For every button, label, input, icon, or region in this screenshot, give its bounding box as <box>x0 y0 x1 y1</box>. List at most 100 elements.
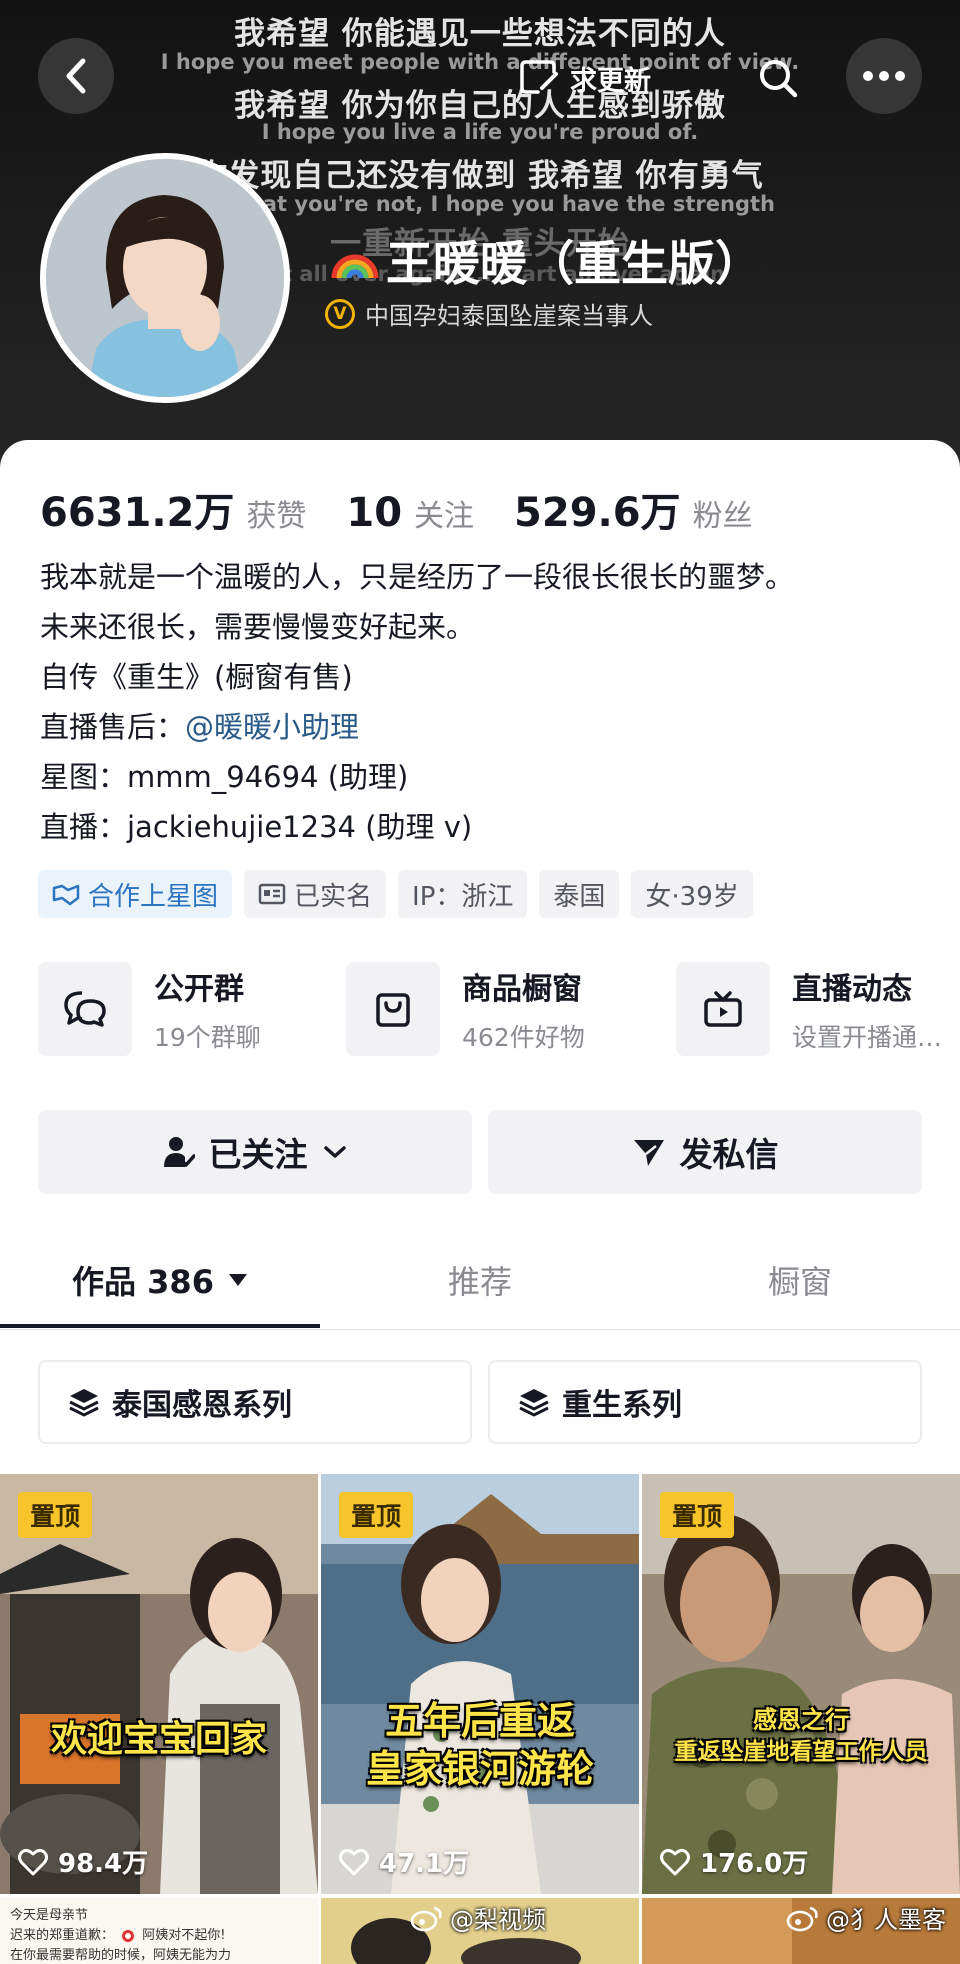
tab-recommend-label: 推荐 <box>447 1263 512 1301</box>
verification-row: V 中国孕妇泰国坠崖案当事人 <box>325 296 653 331</box>
chevron-left-icon <box>66 58 86 94</box>
video-text-part: 迟来的郑重道歉： <box>10 1928 115 1943</box>
request-update-button[interactable]: 求更新 <box>500 42 696 114</box>
pinned-badge: 置顶 <box>660 1492 735 1538</box>
video-likes: 98.4万 <box>18 1843 148 1880</box>
likes-label: 获赞 <box>246 499 307 534</box>
profile-card: 6631.2万 获赞 10 关注 529.6万 粉丝 我本就是一个温暖的人，只是… <box>0 440 960 1964</box>
weibo-logo-icon <box>786 1906 818 1931</box>
assistant-mention-link[interactable]: @暖暖小助理 <box>185 710 359 744</box>
lyric-line: 我希望 你为你自己的人生感到骄傲 <box>234 88 726 124</box>
service-entries: 公开群 19个群聊 商品橱窗 462件好物 直播动态 设置开播通… <box>38 962 960 1062</box>
send-message-label: 发私信 <box>679 1135 779 1174</box>
tab-showcase-label: 橱窗 <box>767 1263 832 1301</box>
followers-count[interactable]: 529.6万 <box>514 480 681 538</box>
video-caption: 五年后重返 <box>384 1699 575 1743</box>
following-label[interactable]: 关注 <box>414 491 474 535</box>
country-label: 泰国 <box>553 881 606 912</box>
tab-works[interactable]: 作品 386 <box>0 1230 320 1330</box>
video-caption: 欢迎宝宝回家 <box>50 1719 267 1760</box>
live-updates-title: 直播动态 <box>792 972 912 1007</box>
realname-label: 已实名 <box>294 881 373 912</box>
watermark-right-text: @犭人墨客 <box>826 1906 946 1934</box>
profile-name-text: 王暖暖（重生版） <box>386 237 762 292</box>
ip-label: IP：浙江 <box>412 881 514 912</box>
bio-line: 我本就是一个温暖的人，只是经历了一段很长很长的噩梦。 <box>40 560 795 594</box>
bio: 我本就是一个温暖的人，只是经历了一段很长很长的噩梦。 未来还很长，需要慢慢变好起… <box>40 552 940 852</box>
video-grid: 置顶 欢迎宝宝回家 98.4万 置顶 五年后重返 皇家银河游轮 47.1万 置顶… <box>0 1474 960 1964</box>
realname-tag: 已实名 <box>244 870 387 918</box>
star-map-label: 合作上星图 <box>88 881 219 912</box>
star-map-tag[interactable]: 合作上星图 <box>38 870 233 918</box>
video-caption: 重返坠崖地看望工作人员 <box>674 1739 928 1765</box>
followers-label[interactable]: 粉丝 <box>693 491 753 535</box>
tv-icon <box>676 962 770 1056</box>
profile-name: 王暖暖（重生版） <box>330 225 762 294</box>
user-check-icon <box>163 1137 195 1167</box>
pinned-badge: 置顶 <box>18 1492 93 1538</box>
video-likes-count: 47.1万 <box>379 1849 470 1879</box>
watermark-right: @犭人墨客 <box>786 1900 946 1935</box>
bio-line: 直播售后：@暖暖小助理 <box>40 702 940 752</box>
search-button[interactable] <box>740 40 816 116</box>
search-icon <box>760 60 798 98</box>
video-text: 在你最需要帮助的时候，阿姨无能为力 <box>10 1948 232 1963</box>
content-tabs: 作品 386 推荐 橱窗 <box>0 1230 960 1330</box>
likes-count: 6631.2万 <box>40 490 235 536</box>
gender-age-label: 女·39岁 <box>645 881 739 912</box>
layers-icon <box>69 1389 99 1417</box>
circle-icon <box>122 1929 135 1942</box>
video-card[interactable]: 今天是母亲节 迟来的郑重道歉： 阿姨对不起你! 在你最需要帮助的时候，阿姨无能为… <box>0 1898 318 1964</box>
tab-showcase[interactable]: 橱窗 <box>640 1230 960 1330</box>
public-group-title: 公开群 <box>154 972 244 1007</box>
bio-line: 自传《重生》(橱窗有售) <box>40 660 353 694</box>
showcase-title: 商品橱窗 <box>462 972 582 1007</box>
heart-icon <box>18 1848 48 1875</box>
collection-label: 重生系列 <box>562 1388 682 1423</box>
more-button[interactable] <box>846 38 922 114</box>
stats-row: 6631.2万 获赞 10 关注 529.6万 粉丝 <box>40 480 793 538</box>
following-button[interactable]: 已关注 <box>38 1110 472 1194</box>
back-button[interactable] <box>38 38 114 114</box>
country-tag: 泰国 <box>539 870 620 918</box>
tab-recommend[interactable]: 推荐 <box>320 1230 640 1330</box>
video-card[interactable]: 置顶 欢迎宝宝回家 98.4万 <box>0 1474 318 1894</box>
lyric-line: I hope you meet people with a different … <box>160 50 800 74</box>
heart-icon <box>339 1848 369 1875</box>
handshake-icon <box>52 884 80 906</box>
gender-age-tag: 女·39岁 <box>631 870 753 918</box>
verification-text: 中国孕妇泰国坠崖案当事人 <box>365 302 653 330</box>
ip-tag: IP：浙江 <box>398 870 528 918</box>
pen-icon <box>520 60 558 94</box>
video-likes-count: 176.0万 <box>700 1849 809 1879</box>
video-likes: 47.1万 <box>339 1843 469 1880</box>
video-text-part: 阿姨对不起你! <box>142 1928 226 1943</box>
live-updates-entry[interactable]: 直播动态 设置开播通… <box>676 962 942 1056</box>
bio-line: 直播：jackiehujie1234 (助理 v) <box>40 810 473 844</box>
active-tab-indicator <box>0 1324 320 1328</box>
weibo-logo-icon <box>410 1906 442 1931</box>
collection-rebirth[interactable]: 重生系列 <box>488 1360 922 1444</box>
send-message-button[interactable]: 发私信 <box>488 1110 922 1194</box>
video-likes-count: 98.4万 <box>58 1849 149 1879</box>
send-icon <box>633 1140 664 1166</box>
profile-tags: 合作上星图 已实名 IP：浙江 泰国 女·39岁 <box>38 870 753 918</box>
bio-line: 未来还很长，需要慢慢变好起来。 <box>40 610 476 644</box>
collection-thailand-gratitude[interactable]: 泰国感恩系列 <box>38 1360 472 1444</box>
bio-line: 星图：mmm_94694 (助理) <box>40 760 409 794</box>
following-count[interactable]: 10 <box>346 490 402 536</box>
showcase-sub: 462件好物 <box>462 1023 585 1052</box>
more-dots-icon <box>863 71 905 81</box>
video-text: 迟来的郑重道歉： 阿姨对不起你! <box>10 1924 226 1943</box>
avatar-photo <box>46 159 284 397</box>
avatar[interactable] <box>40 153 290 403</box>
showcase-entry[interactable]: 商品橱窗 462件好物 <box>346 962 585 1056</box>
bio-line-prefix: 直播售后： <box>40 710 186 744</box>
video-caption: 皇家银河游轮 <box>365 1747 594 1791</box>
video-caption: 感恩之行 <box>753 1706 849 1734</box>
public-group-entry[interactable]: 公开群 19个群聊 <box>38 962 261 1056</box>
pinned-badge: 置顶 <box>339 1492 414 1538</box>
video-card[interactable]: 置顶 感恩之行 重返坠崖地看望工作人员 176.0万 <box>642 1474 960 1894</box>
lyric-line: I hope you live a life you're proud of. <box>261 120 699 144</box>
video-card[interactable]: 置顶 五年后重返 皇家银河游轮 47.1万 <box>321 1474 639 1894</box>
